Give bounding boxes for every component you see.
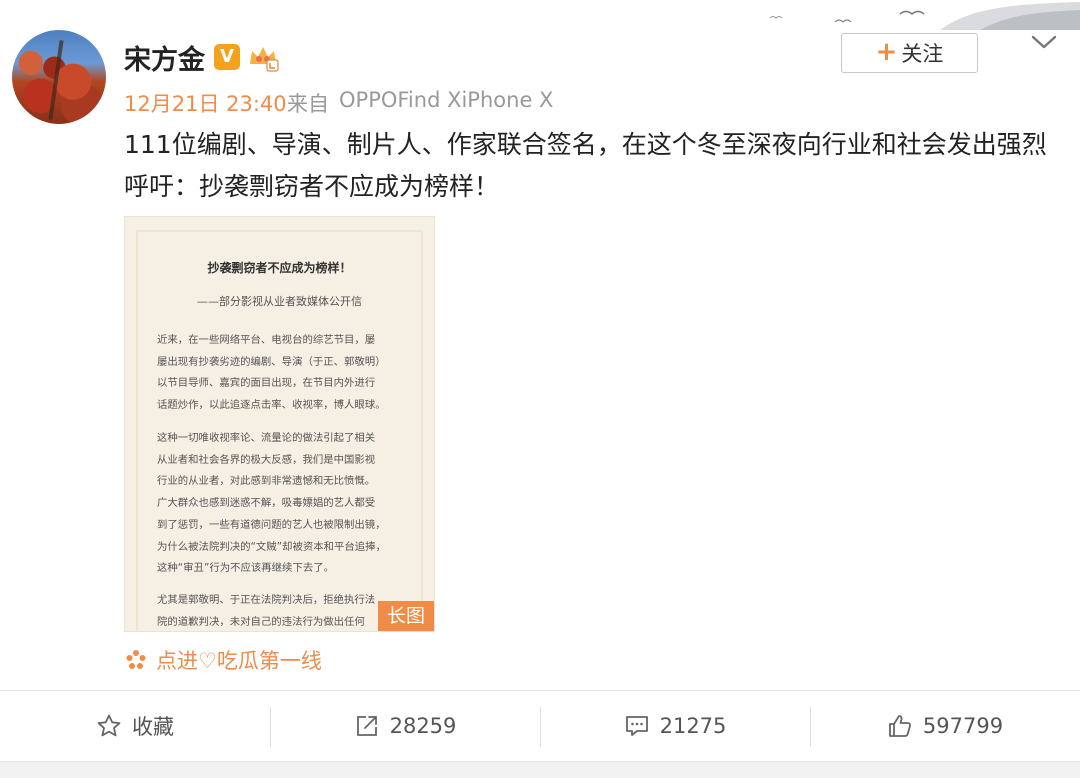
share-icon xyxy=(356,716,377,736)
post-time[interactable]: 12月21日 23:40 xyxy=(124,88,287,118)
letter-paragraph-3: 尤其是郭敬明、于正在法院判决后，拒绝执行法 院的道歉判决，未对自己的违法行为做出… xyxy=(157,594,376,628)
follow-button[interactable]: + 关注 xyxy=(841,33,978,73)
like-count: 597799 xyxy=(922,714,1004,738)
star-icon xyxy=(97,714,121,737)
repost-button[interactable]: 28259 xyxy=(270,691,540,761)
ink-painting-decoration xyxy=(769,2,1080,30)
source-prefix: 来自 xyxy=(287,92,329,116)
favorite-button[interactable]: 收藏 xyxy=(0,691,270,761)
like-button[interactable]: 597799 xyxy=(810,691,1080,761)
long-image-thumbnail[interactable]: 抄袭剽窃者不应成为榜样！ ——部分影视从业者致媒体公开信 近来，在一些网络平台、… xyxy=(124,216,435,632)
post-text: 111位编剧、导演、制片人、作家联合签名，在这个冬至深夜向行业和社会发出强烈呼吁… xyxy=(124,130,1047,201)
comment-count: 21275 xyxy=(659,714,727,738)
chevron-down-icon[interactable] xyxy=(1030,32,1058,52)
letter-subtitle: ——部分影视从业者致媒体公开信 xyxy=(197,295,362,308)
letter-title: 抄袭剽窃者不应成为榜样！ xyxy=(207,261,352,275)
letter-paragraph-1: 近来，在一些网络平台、电视台的综艺节目，屡 屡出现有抄袭劣迹的编剧、导演（于正、… xyxy=(157,334,386,412)
action-bar: 收藏 28259 21275 597799 xyxy=(0,691,1080,761)
source-device[interactable]: OPPOFind XiPhone X xyxy=(339,88,553,112)
follow-label: 关注 xyxy=(901,42,944,66)
bottom-separator xyxy=(0,761,1080,778)
plus-icon: + xyxy=(875,36,898,67)
flower-icon xyxy=(126,650,146,669)
comment-icon xyxy=(625,716,648,736)
letter-paragraph-2: 这种一切唯收视率论、流量论的做法引起了相关 从业者和社会各界的极大反感，我们是中… xyxy=(157,432,386,575)
topic-link[interactable]: 点进♡吃瓜第一线 xyxy=(124,645,322,675)
favorite-label: 收藏 xyxy=(132,715,174,739)
long-image-badge: 长图 xyxy=(378,601,434,631)
comment-button[interactable]: 21275 xyxy=(540,691,810,761)
vip-crown-icon xyxy=(250,47,279,72)
username[interactable]: 宋方金 xyxy=(124,38,205,77)
thumb-up-icon xyxy=(889,715,911,737)
topic-label: 点进♡吃瓜第一线 xyxy=(156,649,322,673)
user-avatar[interactable] xyxy=(12,30,106,124)
verified-badge-icon: V xyxy=(214,44,240,70)
repost-count: 28259 xyxy=(389,714,457,738)
